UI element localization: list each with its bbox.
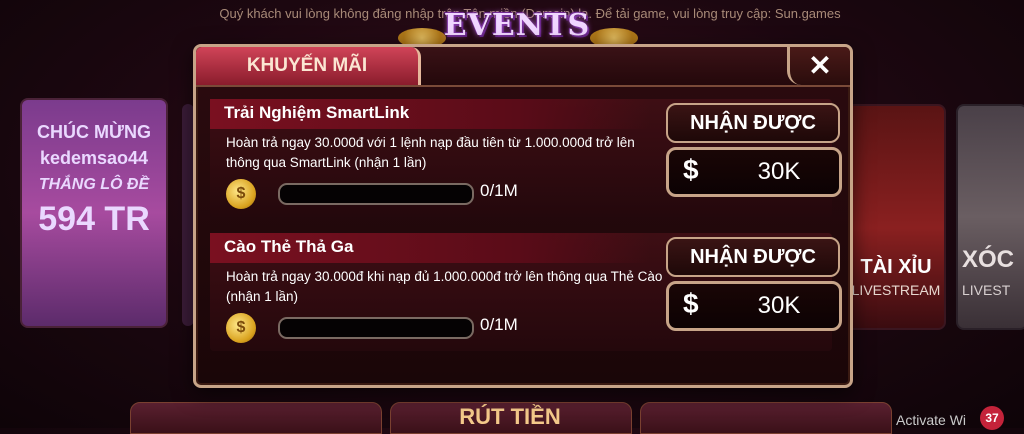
receive-button[interactable]: NHẬN ĐƯỢC (666, 237, 840, 277)
progress-bar (278, 317, 474, 339)
bottom-button-left[interactable] (130, 402, 382, 434)
notification-badge[interactable]: 37 (980, 406, 1004, 430)
withdraw-label: RÚT TIỀN (459, 404, 561, 429)
reward-amount-box: $ 30K (666, 147, 842, 197)
coin-icon: $ (226, 179, 256, 209)
promotion-title: Trải Nghiệm SmartLink (224, 103, 410, 122)
tab-khuyen-mai[interactable]: KHUYẾN MÃI (196, 47, 421, 85)
reward-amount-box: $ 30K (666, 281, 842, 331)
winner-banner-line3: THẮNG LÔ ĐỀ (38, 176, 150, 193)
game-tile-xoc-sub: LIVEST (962, 282, 1011, 298)
game-tile-xoc[interactable]: XÓC LIVEST (956, 104, 1024, 330)
reward-panel: NHẬN ĐƯỢC $ 30K (650, 99, 842, 217)
game-tile-taixiu-label: TÀI XỈU (860, 256, 932, 278)
winner-banner[interactable]: CHÚC MỪNG kedemsao44 THẮNG LÔ ĐỀ 594 TR (20, 98, 168, 328)
progress-text: 0/1M (480, 181, 518, 200)
game-tile-taixiu[interactable]: TÀI XỈU LIVESTREAM (846, 104, 946, 330)
winner-banner-amount: 594 TR (38, 200, 150, 238)
progress-bar (278, 183, 474, 205)
winner-banner-line2: kedemsao44 (39, 148, 149, 168)
tab-label: KHUYẾN MÃI (246, 55, 368, 76)
dollar-icon: $ (683, 154, 699, 185)
promotion-card: Trải Nghiệm SmartLink Hoàn trả ngay 30.0… (210, 99, 842, 217)
reward-panel: NHẬN ĐƯỢC $ 30K (650, 233, 842, 351)
dollar-icon: $ (683, 288, 699, 319)
coin-icon: $ (226, 313, 256, 343)
reward-amount: 30K (757, 158, 801, 185)
activate-windows-text: Activate Wi (896, 412, 967, 428)
bottom-button-right[interactable] (640, 402, 892, 434)
progress-text: 0/1M (480, 315, 518, 334)
game-tile-xoc-label: XÓC (962, 246, 1015, 273)
promotion-dialog: KHUYẾN MÃI ✕ Trải Nghiệm SmartLink Hoàn … (193, 44, 853, 388)
close-button[interactable]: ✕ (787, 47, 850, 85)
promotion-description: Hoàn trả ngay 30.000đ khi nạp đủ 1.000.0… (226, 269, 663, 304)
close-icon: ✕ (808, 50, 832, 81)
receive-label: NHẬN ĐƯỢC (690, 112, 816, 134)
game-tile-taixiu-sub: LIVESTREAM (851, 282, 941, 298)
receive-button[interactable]: NHẬN ĐƯỢC (666, 103, 840, 143)
promotion-card: Cào Thẻ Thả Ga Hoàn trả ngay 30.000đ khi… (210, 233, 842, 351)
promotion-title: Cào Thẻ Thả Ga (224, 237, 354, 256)
dialog-header: KHUYẾN MÃI ✕ (196, 47, 850, 87)
receive-label: NHẬN ĐƯỢC (690, 246, 816, 268)
winner-banner-line1: CHÚC MỪNG (37, 122, 151, 142)
promotion-description: Hoàn trả ngay 30.000đ với 1 lệnh nạp đầu… (226, 135, 635, 170)
reward-amount: 30K (757, 292, 801, 319)
